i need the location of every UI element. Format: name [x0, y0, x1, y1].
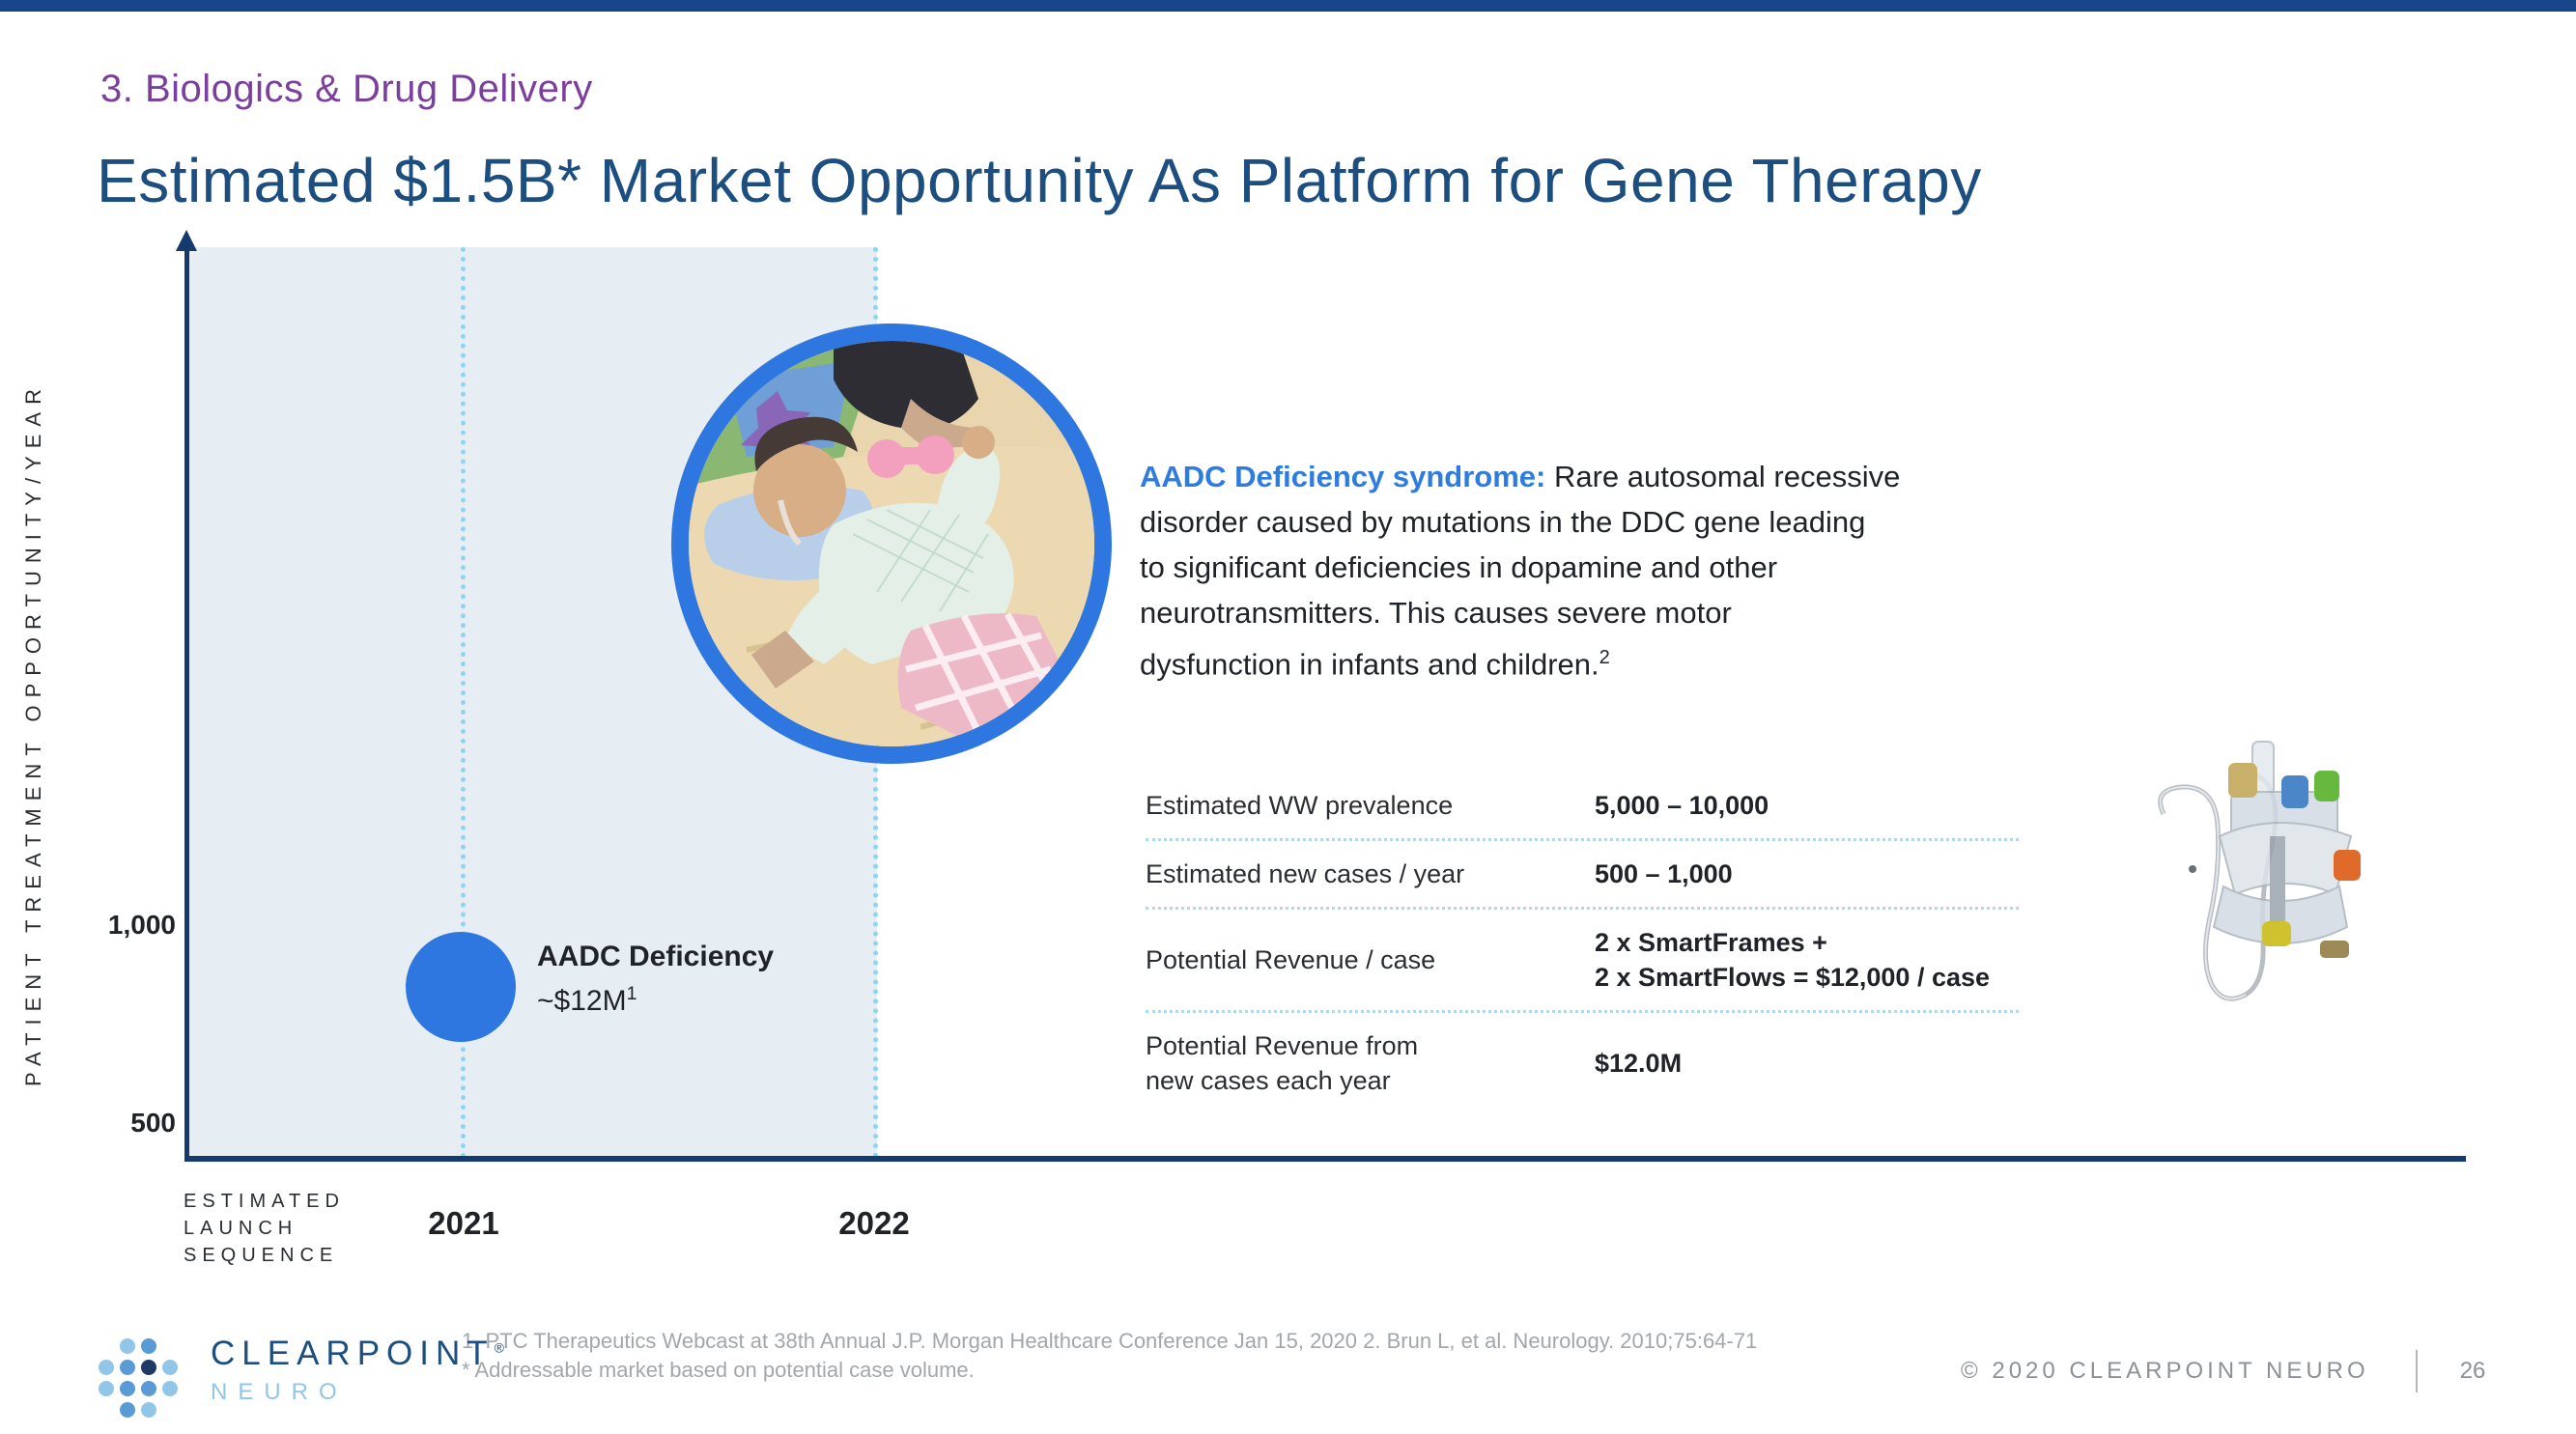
table-row-label: Potential Revenue / case [1146, 942, 1595, 977]
data-bubble-label: AADC Deficiency ~$12M1 [537, 939, 774, 1020]
table-row-value: 5,000 – 10,000 [1595, 788, 2019, 823]
footnote-1: 1. PTC Therapeutics Webcast at 38th Annu… [462, 1327, 1757, 1356]
data-bubble-aadc [406, 932, 516, 1042]
y-tick-500: 500 [50, 1108, 176, 1139]
footnotes: 1. PTC Therapeutics Webcast at 38th Annu… [462, 1327, 1757, 1385]
y-axis-label: PATIENT TREATMENT OPPORTUNITY/YEAR [21, 372, 60, 1096]
section-kicker: 3. Biologics & Drug Delivery [100, 68, 593, 111]
description-footnote-ref: 2 [1599, 647, 1610, 668]
table-row: Potential Revenue / case2 x SmartFrames … [1146, 910, 2019, 1013]
top-accent-bar [0, 0, 2576, 12]
page-number: 26 [2460, 1358, 2486, 1385]
y-axis-line [184, 243, 189, 1161]
table-row-label: Potential Revenue from new cases each ye… [1146, 1028, 1595, 1098]
patient-photo [671, 323, 1112, 764]
footer: © 2020 CLEARPOINT NEURO 26 [1961, 1350, 2502, 1392]
slide: 3. Biologics & Drug Delivery Estimated $… [0, 0, 2576, 1434]
table-row: Estimated new cases / year500 – 1,000 [1146, 841, 2019, 910]
clearpoint-logo: CLEARPOINT® NEURO [97, 1335, 511, 1423]
table-row: Potential Revenue from new cases each ye… [1146, 1013, 2019, 1113]
clearpoint-logo-text: CLEARPOINT® NEURO [211, 1335, 511, 1406]
footer-divider [2416, 1350, 2418, 1392]
x-axis-line [184, 1156, 2466, 1162]
bubble-label-name: AADC Deficiency [537, 939, 774, 975]
table-row-label: Estimated new cases / year [1146, 857, 1595, 891]
logo-name: CLEARPOINT® [211, 1335, 511, 1373]
info-table: Estimated WW prevalence5,000 – 10,000Est… [1146, 773, 2019, 1113]
copyright-text: © 2020 CLEARPOINT NEURO [1961, 1358, 2369, 1385]
description-paragraph: AADC Deficiency syndrome: Rare autosomal… [1140, 454, 2028, 687]
description-lead: AADC Deficiency syndrome: [1140, 460, 1545, 493]
table-row: Estimated WW prevalence5,000 – 10,000 [1146, 773, 2019, 841]
clearpoint-logo-icon [97, 1335, 193, 1423]
y-tick-1000: 1,000 [50, 910, 176, 941]
table-row-label: Estimated WW prevalence [1146, 788, 1595, 823]
x-axis-title: ESTIMATED LAUNCH SEQUENCE [184, 1188, 345, 1269]
table-row-value: $12.0M [1595, 1046, 2019, 1081]
patient-photo-art [689, 341, 1094, 746]
logo-subname: NEURO [211, 1379, 511, 1406]
x-tick-2022: 2022 [807, 1205, 942, 1242]
footnote-2: * Addressable market based on potential … [462, 1356, 1757, 1385]
x-tick-2021: 2021 [396, 1205, 531, 1242]
page-title: Estimated $1.5B* Market Opportunity As P… [97, 145, 1982, 216]
smartframe-device-image [2135, 722, 2424, 1012]
table-row-value: 500 – 1,000 [1595, 857, 2019, 891]
y-axis-arrow [176, 230, 197, 251]
bubble-label-value: ~$12M1 [537, 975, 774, 1020]
table-row-value: 2 x SmartFrames + 2 x SmartFlows = $12,0… [1595, 925, 2019, 995]
